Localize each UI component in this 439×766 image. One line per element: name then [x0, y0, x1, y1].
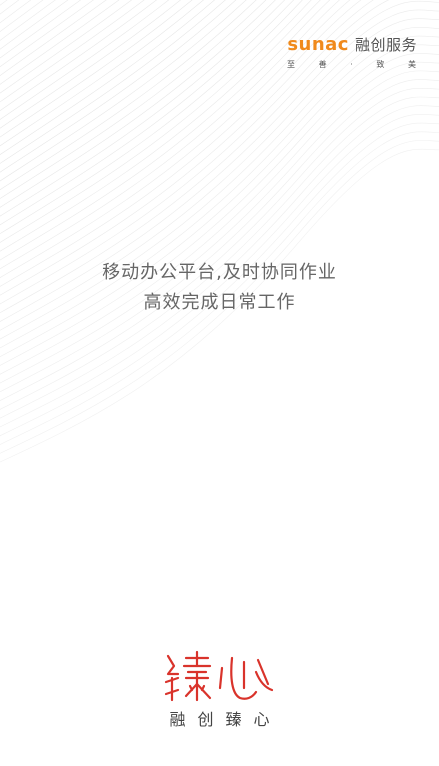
wave-line — [0, 0, 32, 24]
wave-line — [0, 61, 439, 375]
brand-slogan-char: 美 — [407, 60, 417, 69]
splash-screen: sunac 融创服务 至 善 · 致 美 移动办公平台,及时协同作业 高效完成日… — [0, 0, 439, 766]
brand-slogan: 至 善 · 致 美 — [277, 60, 417, 70]
wave-line — [0, 0, 257, 191]
tagline-line-1: 移动办公平台,及时协同作业 — [102, 262, 337, 283]
tagline: 移动办公平台,及时协同作业 高效完成日常工作 — [0, 258, 439, 318]
wave-lines-group — [0, 0, 439, 463]
brand-slogan-char: 至 — [287, 60, 296, 69]
logo-caption-char: 臻 — [225, 710, 242, 729]
brand-slogan-char: 善 — [318, 60, 328, 69]
wave-line — [0, 0, 286, 217]
tagline-line-2: 高效完成日常工作 — [143, 292, 296, 313]
brand-chinese-name: 融创服务 — [354, 36, 417, 54]
wave-line — [0, 87, 439, 401]
brand-name-row: sunac 融创服务 — [277, 34, 417, 55]
wave-line — [0, 0, 193, 138]
brand-logo: sunac 融创服务 至 善 · 致 美 — [277, 36, 417, 70]
bottom-logo: 臻心 — [0, 648, 439, 730]
logo-caption-char: 融 — [169, 710, 186, 729]
wave-line — [0, 96, 439, 410]
wave-line — [0, 0, 216, 155]
wave-line — [0, 79, 439, 393]
logo-caption: 融 创 臻 心 — [0, 710, 439, 730]
brand-slogan-char: · — [350, 60, 354, 69]
zhenxin-logo-icon: 臻心 — [164, 650, 273, 702]
wave-line — [0, 70, 439, 384]
logo-caption-char: 创 — [197, 710, 214, 729]
wave-line — [0, 0, 267, 199]
logo-caption-char: 心 — [253, 710, 270, 729]
brand-slogan-char: 致 — [376, 60, 386, 69]
brand-latin-name: sunac — [287, 34, 349, 55]
